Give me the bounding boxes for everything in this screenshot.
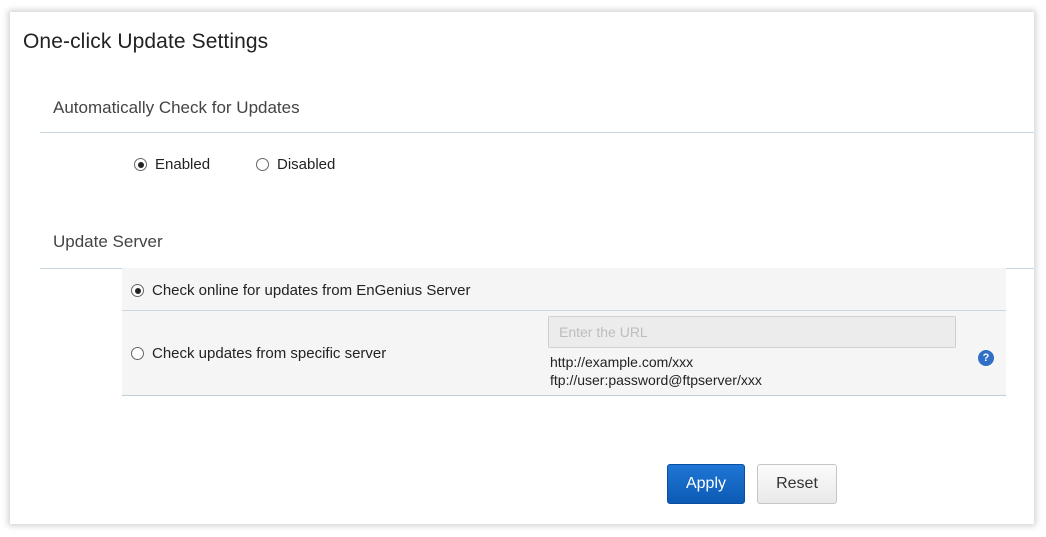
- auto-check-enabled-radio[interactable]: Enabled: [134, 156, 210, 173]
- settings-panel: One-click Update Settings Automatically …: [10, 12, 1034, 524]
- specific-server-label: Check updates from specific server: [152, 345, 387, 362]
- url-example-hint: ftp://user:password@ftpserver/xxx: [550, 372, 762, 388]
- section-divider: [40, 132, 1034, 133]
- page-title: One-click Update Settings: [23, 30, 269, 53]
- engenius-server-radio[interactable]: Check online for updates from EnGenius S…: [131, 282, 471, 299]
- engenius-server-label: Check online for updates from EnGenius S…: [152, 282, 471, 299]
- auto-check-disabled-radio[interactable]: Disabled: [256, 156, 335, 173]
- radio-unselected-icon: [256, 158, 269, 171]
- apply-button[interactable]: Apply: [667, 464, 745, 504]
- radio-unselected-icon: [131, 347, 144, 360]
- radio-selected-icon: [134, 158, 147, 171]
- auto-check-enabled-label: Enabled: [155, 156, 211, 173]
- update-server-options: Check online for updates from EnGenius S…: [122, 268, 1006, 396]
- help-icon[interactable]: ?: [978, 350, 994, 366]
- radio-selected-icon: [131, 284, 144, 297]
- auto-check-section-title: Automatically Check for Updates: [53, 98, 300, 117]
- server-option-row: Check online for updates from EnGenius S…: [122, 268, 1006, 311]
- server-url-input[interactable]: [548, 316, 956, 348]
- update-server-section-title: Update Server: [53, 232, 163, 251]
- url-example-hint: http://example.com/xxx: [550, 354, 694, 370]
- specific-server-radio[interactable]: Check updates from specific server: [131, 345, 386, 362]
- reset-button[interactable]: Reset: [757, 464, 837, 504]
- auto-check-disabled-label: Disabled: [277, 156, 336, 173]
